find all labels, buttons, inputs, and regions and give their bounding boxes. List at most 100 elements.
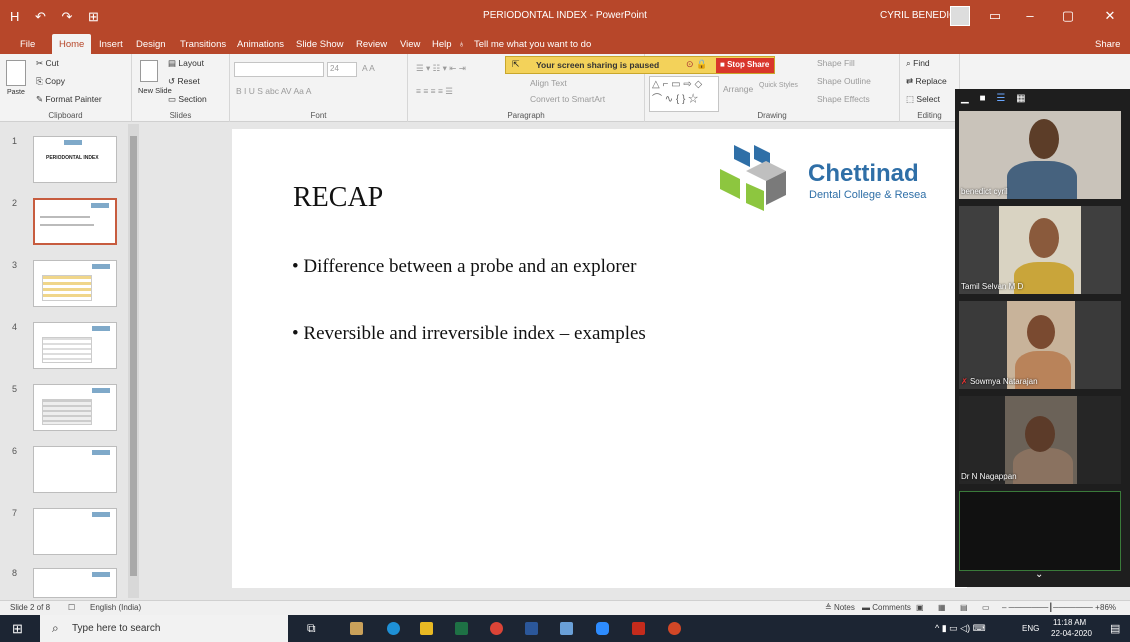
stop-share-button[interactable]: ■ Stop Share	[716, 58, 774, 73]
maximize-button[interactable]: ▢	[1058, 8, 1078, 24]
file-explorer-icon[interactable]	[420, 622, 433, 635]
tab-design[interactable]: Design	[136, 39, 166, 50]
zoom-level[interactable]: 86%	[1100, 603, 1116, 612]
cut-button[interactable]: ✂ Cut	[36, 58, 59, 69]
replace-button[interactable]: ⇄ Replace	[906, 76, 947, 87]
share-button[interactable]: Share	[1095, 39, 1120, 50]
tab-home[interactable]: Home	[52, 34, 92, 54]
font-group: 24 A A B I U S abc AV Aa A Font	[230, 54, 408, 122]
tab-help[interactable]: Help	[432, 39, 452, 50]
chrome-icon[interactable]	[490, 622, 503, 635]
slide-thumb-6[interactable]	[33, 446, 117, 493]
language-indicator[interactable]: ENG	[1022, 624, 1039, 633]
language-indicator[interactable]: English (India)	[90, 603, 141, 612]
new-slide-icon[interactable]	[140, 60, 158, 82]
shape-fill-button[interactable]: Shape Fill	[817, 58, 855, 68]
panel-toolbar[interactable]: ▁ ■ ☰ ▦	[961, 93, 1121, 107]
minimize-panel-icon[interactable]: ▁	[961, 93, 969, 104]
font-size-select[interactable]: 24	[327, 62, 357, 77]
shape-outline-button[interactable]: Shape Outline	[817, 76, 871, 86]
tell-me-search[interactable]: Tell me what you want to do	[474, 39, 591, 50]
speaker-view-icon[interactable]: ■	[979, 93, 985, 104]
slide-thumb-8[interactable]	[33, 568, 117, 598]
tab-transitions[interactable]: Transitions	[180, 39, 226, 50]
avatar[interactable]	[950, 6, 970, 26]
normal-view-icon[interactable]: ▣	[916, 603, 924, 612]
zoom-app-icon[interactable]	[596, 622, 609, 635]
shapes-gallery[interactable]: △ ⌐ ▭ ⇨ ◇ ⌒ ∿ { } ☆	[649, 76, 719, 112]
slide-thumb-3[interactable]	[33, 260, 117, 307]
tab-file[interactable]: File	[20, 39, 35, 50]
minimize-button[interactable]: –	[1020, 8, 1040, 23]
tab-insert[interactable]: Insert	[99, 39, 123, 50]
app-icon-generic[interactable]	[560, 622, 573, 635]
tab-animations[interactable]: Animations	[237, 39, 284, 50]
notes-button[interactable]: ≜ Notes	[825, 603, 855, 612]
clock-time[interactable]: 11:18 AM	[1053, 618, 1086, 627]
select-button[interactable]: ⬚ Select	[906, 94, 940, 105]
lock-icon[interactable]: ⊙ 🔒	[686, 59, 707, 70]
list-buttons[interactable]: ☰ ▾ ☷ ▾ ⇤ ⇥	[416, 63, 466, 74]
paste-icon[interactable]	[6, 60, 26, 86]
convert-smartart-button[interactable]: Convert to SmartArt	[530, 94, 605, 104]
new-slide-button[interactable]: New Slide	[138, 86, 172, 95]
tab-slideshow[interactable]: Slide Show	[296, 39, 344, 50]
slide-thumb-2[interactable]	[33, 198, 117, 245]
find-button[interactable]: ⌕ Find	[906, 58, 930, 69]
strip-view-icon[interactable]: ☰	[996, 93, 1005, 104]
participant-video[interactable]: Dr N Nagappan	[959, 396, 1121, 484]
powerpoint-icon[interactable]	[668, 622, 681, 635]
tray-icons[interactable]: ^ ▮ ▭ ◁) ⌨	[935, 623, 986, 634]
align-text-button[interactable]: Align Text	[530, 78, 567, 88]
empty-video-tile[interactable]	[959, 491, 1121, 571]
excel-icon[interactable]	[455, 622, 468, 635]
scrollbar-thumb[interactable]	[130, 136, 137, 576]
font-format-buttons[interactable]: B I U S abc AV Aa A	[236, 86, 311, 96]
brand-name: Chettinad	[808, 160, 919, 187]
participant-video[interactable]: benedict cyril	[959, 111, 1121, 199]
comments-button[interactable]: ▬ Comments	[862, 603, 911, 612]
close-button[interactable]: ✕	[1100, 8, 1120, 24]
align-buttons[interactable]: ≡ ≡ ≡ ≡ ☰	[416, 86, 453, 97]
participant-video[interactable]: ✗ Sowmya Natarajan	[959, 301, 1121, 389]
format-painter-button[interactable]: ✎ Format Painter	[36, 94, 102, 105]
clock-date[interactable]: 22-04-2020	[1051, 629, 1092, 638]
tab-view[interactable]: View	[400, 39, 420, 50]
font-name-select[interactable]	[234, 62, 324, 77]
section-button[interactable]: ▭ Section	[168, 94, 207, 105]
copy-button[interactable]: ⎘ Copy	[36, 76, 65, 87]
slide-bullet-1[interactable]: • Difference between a probe and an expl…	[292, 256, 636, 278]
task-view-icon[interactable]: ⧉	[307, 621, 316, 636]
app-icon-generic[interactable]	[350, 622, 363, 635]
layout-button[interactable]: ▤ Layout	[168, 58, 204, 69]
gallery-view-icon[interactable]: ▦	[1016, 93, 1025, 104]
shape-effects-button[interactable]: Shape Effects	[817, 94, 870, 104]
paste-button[interactable]: Paste	[7, 89, 25, 96]
word-icon[interactable]	[525, 622, 538, 635]
pdf-reader-icon[interactable]	[632, 622, 645, 635]
participant-video[interactable]: Tamil Selvan M D	[959, 206, 1121, 294]
slide-thumb-5[interactable]	[33, 384, 117, 431]
slide-thumb-7[interactable]	[33, 508, 117, 555]
ribbon-display-icon[interactable]: ▭	[985, 8, 1005, 24]
chevron-down-icon[interactable]: ⌄	[1035, 569, 1043, 580]
spellcheck-icon[interactable]: ☐	[68, 603, 75, 612]
slide-thumb-4[interactable]	[33, 322, 117, 369]
font-size-grow-icon[interactable]: A A	[362, 63, 375, 73]
slide-title[interactable]: RECAP	[293, 182, 383, 214]
notification-icon[interactable]: ▤	[1110, 622, 1120, 635]
windows-start-icon[interactable]: ⊞	[12, 621, 23, 637]
share-paused-message: Your screen sharing is paused	[536, 60, 660, 70]
quick-styles-button[interactable]: Quick Styles	[759, 82, 798, 89]
reset-button[interactable]: ↺ Reset	[168, 76, 200, 87]
edge-browser-icon[interactable]	[387, 622, 400, 635]
slide-bullet-2[interactable]: • Reversible and irreversible index – ex…	[292, 323, 646, 345]
taskbar-search[interactable]: ⌕ Type here to search	[40, 615, 288, 642]
arrange-button[interactable]: Arrange	[723, 84, 753, 94]
reading-view-icon[interactable]: ▤	[960, 603, 968, 612]
slide-sorter-icon[interactable]: ▦	[938, 603, 946, 612]
slide-thumb-1[interactable]: PERIODONTAL INDEX	[33, 136, 117, 183]
zoom-slider[interactable]: – ───────┃─────── +	[1002, 603, 1100, 612]
tab-review[interactable]: Review	[356, 39, 387, 50]
slideshow-icon[interactable]: ▭	[982, 603, 990, 612]
